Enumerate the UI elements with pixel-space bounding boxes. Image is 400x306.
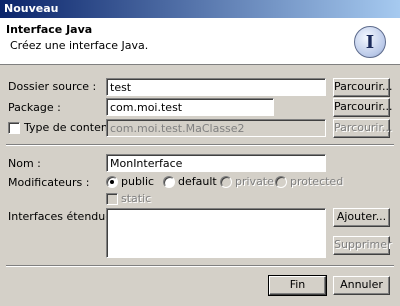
- interface-icon: I: [354, 26, 386, 58]
- modifier-private-radio: [220, 176, 232, 188]
- wizard-banner: Interface Java Créez une interface Java.…: [0, 18, 400, 65]
- static-checkbox: [106, 193, 118, 205]
- modifier-default-radio[interactable]: [163, 176, 175, 188]
- package-label: Package :: [8, 101, 61, 114]
- finish-button[interactable]: Fin: [268, 275, 327, 296]
- enclosing-type-browse-button: Parcourir...: [333, 119, 393, 138]
- new-interface-dialog: Nouveau Interface Java Créez une interfa…: [0, 0, 400, 306]
- footer-separator: [6, 265, 394, 267]
- name-input[interactable]: MonInterface: [106, 154, 326, 172]
- window-title: Nouveau: [0, 0, 400, 18]
- modifier-protected-label: protected: [290, 175, 344, 188]
- package-browse-button[interactable]: Parcourir...: [333, 98, 393, 117]
- add-interface-button[interactable]: Ajouter...: [333, 208, 390, 227]
- name-label: Nom :: [8, 157, 41, 170]
- source-folder-label: Dossier source :: [8, 80, 97, 93]
- modifier-default-label: default: [178, 175, 217, 188]
- banner-description: Créez une interface Java.: [10, 39, 149, 52]
- static-label: static: [121, 192, 152, 205]
- enclosing-type-input: com.moi.test.MaClasse2: [106, 119, 326, 137]
- cancel-button[interactable]: Annuler: [333, 276, 390, 295]
- separator: [6, 144, 394, 146]
- modifiers-label: Modificateurs :: [8, 176, 90, 189]
- source-folder-input[interactable]: test: [106, 78, 326, 96]
- modifier-public-radio[interactable]: [106, 176, 118, 188]
- modifier-protected-radio: [275, 176, 287, 188]
- remove-interface-button: Supprimer: [333, 236, 392, 255]
- extended-interfaces-list[interactable]: [106, 208, 326, 258]
- source-folder-browse-button[interactable]: Parcourir...: [333, 78, 393, 97]
- modifier-public-label: public: [121, 175, 155, 188]
- enclosing-type-checkbox[interactable]: [8, 122, 20, 134]
- banner-title: Interface Java: [6, 23, 93, 36]
- package-input[interactable]: com.moi.test: [106, 98, 274, 116]
- modifier-private-label: private: [235, 175, 274, 188]
